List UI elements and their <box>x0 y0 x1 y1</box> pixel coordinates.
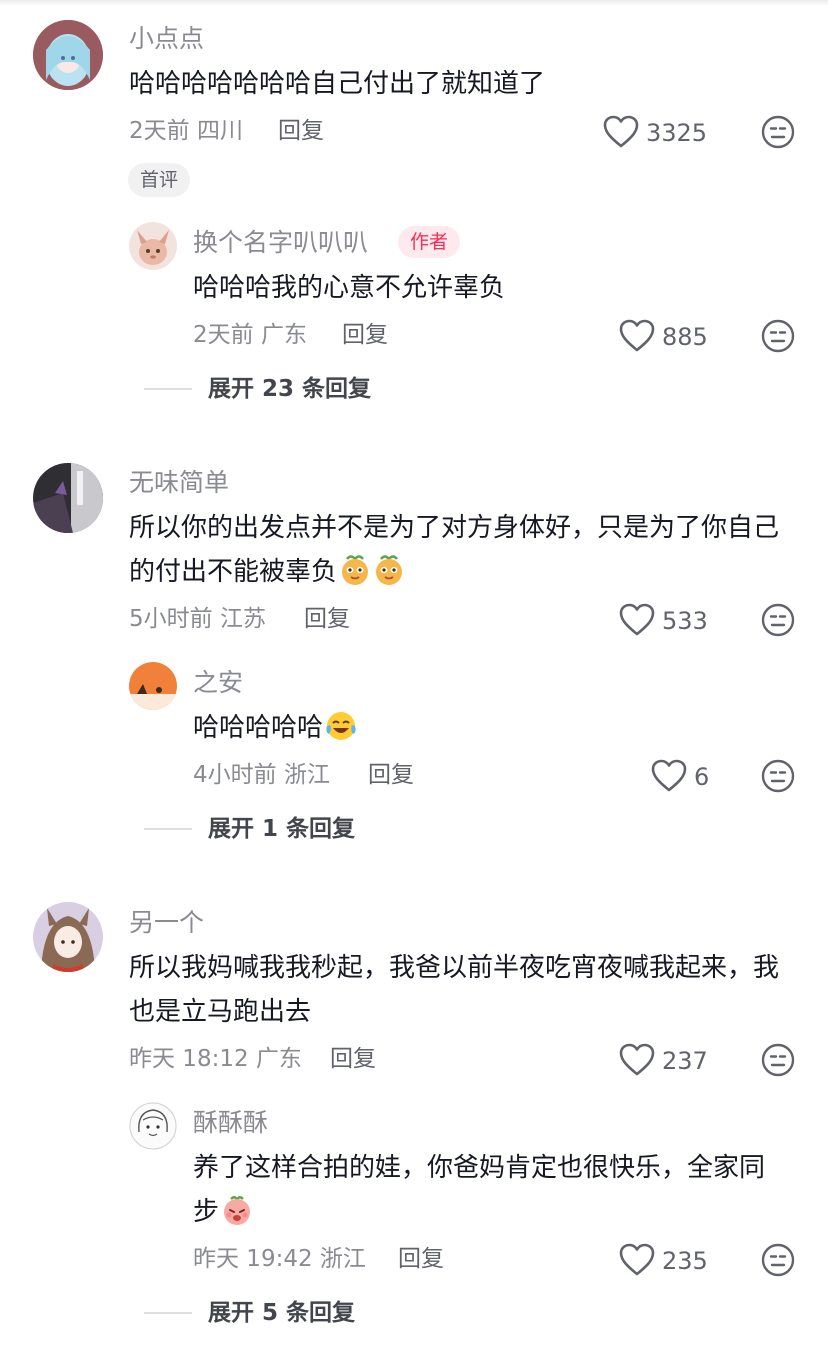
heart-outline-icon[interactable] <box>603 115 639 149</box>
avatar[interactable] <box>129 662 177 710</box>
like-count: 533 <box>662 607 708 635</box>
avatar[interactable] <box>33 20 103 90</box>
expand-divider <box>144 388 192 390</box>
avatar[interactable] <box>129 222 177 270</box>
heart-outline-icon[interactable] <box>619 1043 655 1077</box>
like-count: 235 <box>662 1247 708 1275</box>
reply-text: 养了这样合拍的娃，你爸妈肯定也很快乐，全家同步 <box>193 1146 789 1234</box>
like-count: 885 <box>662 323 708 351</box>
reply-username[interactable]: 换个名字叭叭叭 <box>193 227 368 259</box>
like-count: 237 <box>662 1047 708 1075</box>
first-comment-tag: 首评 <box>128 163 191 197</box>
comment-time-location: 5小时前 江苏 <box>129 606 266 632</box>
heart-outline-icon[interactable] <box>619 1243 655 1277</box>
avatar[interactable] <box>129 1102 177 1150</box>
reply-time-location: 昨天 19:42 浙江 <box>193 1246 366 1272</box>
avatar[interactable] <box>33 463 103 533</box>
like-count: 3325 <box>646 119 708 147</box>
reply-button[interactable]: 回复 <box>368 760 414 790</box>
comment-text: 所以我妈喊我我秒起，我爸以前半夜吃宵夜喊我起来，我也是立马跑出去 <box>129 953 780 1027</box>
neutral-face-icon[interactable] <box>761 759 795 793</box>
laughing-tears-emoji <box>325 710 357 742</box>
heart-outline-icon[interactable] <box>619 603 655 637</box>
comment-username[interactable]: 小点点 <box>129 23 204 55</box>
smug-face-emoji <box>339 554 371 586</box>
avatar-image <box>33 20 103 90</box>
expand-replies-button[interactable]: 展开 1 条回复 <box>208 814 355 844</box>
comment-username[interactable]: 另一个 <box>129 907 204 939</box>
reply-username[interactable]: 酥酥酥 <box>193 1107 268 1139</box>
scroll-edge-shadow <box>0 0 828 6</box>
expand-divider <box>144 1312 192 1314</box>
reply-text-content: 养了这样合拍的娃，你爸妈肯定也很快乐，全家同步 <box>193 1153 766 1227</box>
avatar[interactable] <box>33 902 103 972</box>
reply-button[interactable]: 回复 <box>330 1044 376 1074</box>
reply-text: 哈哈哈哈哈 <box>193 706 793 750</box>
comment-text: 所以你的出发点并不是为了对方身体好，只是为了你自己的付出不能被辜负 <box>129 506 801 594</box>
avatar-image <box>33 902 103 972</box>
reply-text-content: 哈哈哈哈哈 <box>193 713 324 743</box>
reply-button[interactable]: 回复 <box>304 604 350 634</box>
neutral-face-icon[interactable] <box>761 115 795 149</box>
reply-time-location: 2天前 广东 <box>193 322 307 348</box>
neutral-face-icon[interactable] <box>761 319 795 353</box>
reply-text: 哈哈哈我的心意不允许辜负 <box>193 273 506 303</box>
comment-text-content: 所以你的出发点并不是为了对方身体好，只是为了你自己的付出不能被辜负 <box>129 513 780 587</box>
shy-face-emoji <box>221 1194 253 1226</box>
reply-username[interactable]: 之安 <box>193 667 243 699</box>
reply-time-location: 4小时前 浙江 <box>193 762 330 788</box>
comment-time-location: 昨天 18:12 广东 <box>129 1046 302 1072</box>
neutral-face-icon[interactable] <box>761 1243 795 1277</box>
like-count: 6 <box>694 763 710 791</box>
neutral-face-icon[interactable] <box>761 1043 795 1077</box>
neutral-face-icon[interactable] <box>761 603 795 637</box>
avatar-image <box>33 463 103 533</box>
author-badge: 作者 <box>398 226 461 258</box>
expand-divider <box>144 828 192 830</box>
reply-button[interactable]: 回复 <box>398 1244 444 1274</box>
reply-button[interactable]: 回复 <box>342 320 388 350</box>
comment-text: 哈哈哈哈哈哈哈自己付出了就知道了 <box>129 69 546 99</box>
avatar-image <box>129 222 177 270</box>
heart-outline-icon[interactable] <box>651 759 687 793</box>
avatar-image <box>129 1102 177 1150</box>
comment-username[interactable]: 无味简单 <box>129 467 229 499</box>
avatar-image <box>129 662 177 710</box>
heart-outline-icon[interactable] <box>619 319 655 353</box>
expand-replies-button[interactable]: 展开 5 条回复 <box>208 1298 355 1328</box>
smug-face-emoji <box>373 554 405 586</box>
comment-time-location: 2天前 四川 <box>129 118 243 144</box>
reply-button[interactable]: 回复 <box>278 116 324 146</box>
expand-replies-button[interactable]: 展开 23 条回复 <box>208 374 371 404</box>
